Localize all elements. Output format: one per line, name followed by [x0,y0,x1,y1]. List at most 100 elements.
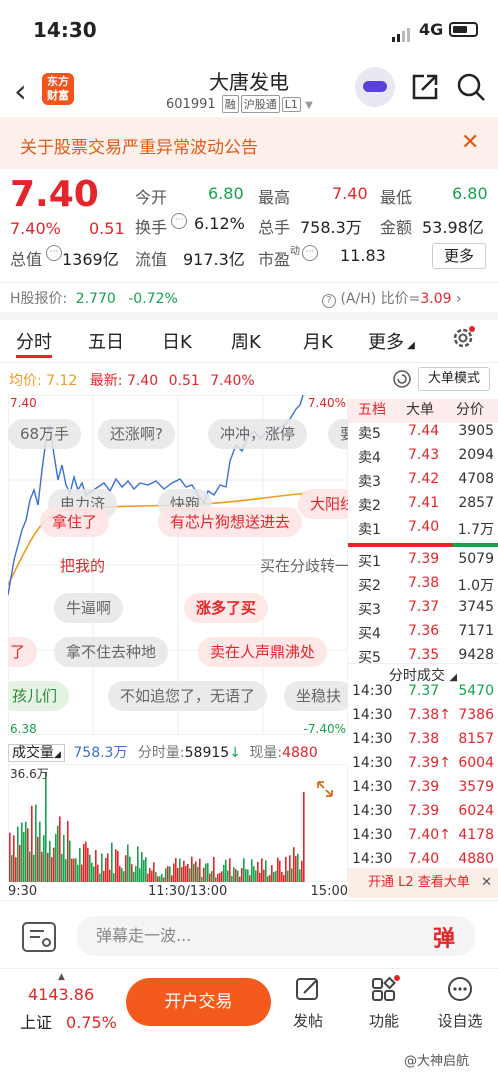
tab-5day[interactable]: 五日 [88,328,124,354]
danmaku-bubble[interactable]: 了 [8,637,38,667]
time-start: 9:30 [8,884,38,899]
trade-time: 14:30 [352,755,393,771]
trade-row: 14:30 7.38↑ 7386 [348,707,498,731]
tick-volume-label: 分时量: [137,745,185,761]
trade-volume: 6004 [458,755,494,771]
h-share-label: H股报价: [10,291,68,307]
book-tab-price-dist[interactable]: 分价 [456,399,484,419]
nav-functions[interactable]: 功能 [354,1010,414,1031]
share-icon[interactable] [410,72,440,102]
nav-settings-watchlist[interactable]: 设自选 [430,1010,490,1031]
volume-bar [235,869,237,882]
info-icon[interactable]: ··· [302,245,318,261]
nav-post[interactable]: 发帖 [278,1010,338,1031]
refresh-icon[interactable] [392,369,412,389]
question-icon[interactable]: ? [322,294,336,308]
trade-time: 14:30 [352,779,393,795]
tab-weekly-k[interactable]: 周K [231,328,261,354]
trade-volume: 3579 [458,779,494,795]
book-row: 买1 7.39 5079 [348,551,498,575]
turnover-label: 换手 [135,218,168,237]
tab-more[interactable]: 更多 ◢ [368,328,415,354]
book-tab-level5[interactable]: 五档 [358,399,386,419]
tab-monthly-k[interactable]: 月K [303,328,333,354]
more-button[interactable]: 更多 [432,243,486,269]
expand-icon[interactable] [314,778,336,800]
tab-daily-k[interactable]: 日K [162,328,192,354]
functions-icon[interactable] [370,975,400,1003]
danmaku-bubble[interactable]: 还涨啊? [98,419,175,449]
book-row: 买4 7.36 7171 [348,623,498,647]
dropdown-icon: ◢ [449,672,458,683]
volume-bar [189,868,191,882]
danmaku-bubble[interactable]: 涨多了买 [184,593,269,623]
danmaku-bubble[interactable]: 买在分歧转一 [248,551,348,581]
latest-chg: 0.51 [168,373,200,389]
book-level: 卖4 [358,450,381,466]
danmaku-bubble[interactable]: 孩儿们 [8,681,70,711]
float-label: 流值 [135,250,168,269]
volume-bar [109,869,111,882]
trade-row: 14:30 7.39↑ 6004 [348,755,498,779]
danmaku-input[interactable]: 弹幕走一波... [76,916,476,956]
high-label: 最高 [258,188,291,207]
ah-ratio[interactable]: ? (A/H) 比价=3.09 › [322,288,462,308]
danmaku-bubble[interactable]: 冲冲，涨停 [208,419,308,449]
info-icon[interactable]: ··· [171,213,187,229]
notice-text[interactable]: 关于股票交易严重异常波动公告 [20,133,258,158]
volume-bar [299,869,301,882]
book-tab-bigorder[interactable]: 大单 [406,399,434,419]
danmaku-bubble[interactable]: 拿不住去种地 [54,637,169,667]
volume-bar [287,870,289,882]
index-value[interactable]: 4143.86 [28,985,94,1004]
volume-chart[interactable]: 36.6万 [8,764,348,882]
danmaku-bubble[interactable]: 不如追您了，无语了 [108,681,268,711]
ai-assistant-icon[interactable] [355,67,395,107]
danmaku-settings-icon[interactable] [22,922,56,952]
settings-icon[interactable] [451,326,475,350]
close-icon[interactable]: ✕ [481,868,492,898]
danmaku-bubble[interactable]: 有芯片狗想送进去 [158,507,303,537]
danmaku-bubble[interactable]: 拿住了 [40,507,110,537]
dropdown-icon[interactable]: ▼ [305,100,313,111]
danmaku-bubble[interactable]: 坐稳扶 [284,681,348,711]
danmaku-toggle-button[interactable]: 弹 [433,921,465,952]
danmaku-bubble[interactable]: 要 [328,419,348,449]
book-price: 7.35 [408,647,440,663]
danmaku-bubble[interactable]: 牛逼啊 [54,593,124,623]
volume-bar [43,835,45,882]
book-level: 买2 [358,578,381,594]
info-icon[interactable]: ··· [46,245,62,261]
post-icon[interactable] [294,975,322,1003]
index-line[interactable]: 上证 0.75% [20,1009,117,1033]
volume-bar [229,858,231,882]
danmaku-bubble[interactable]: 大阳线 [298,489,348,519]
volume-bar [269,875,271,882]
volume-header: 成交量◢ 758.3万 分时量:58915↓ 现量:4880 [8,742,318,762]
tick-volume: 58915 [184,745,230,761]
volume-bar [303,792,305,882]
trade-price: 7.40 [408,851,440,867]
l2-upgrade-bar[interactable]: 开通 L2 查看大单 ✕ [348,868,498,898]
volume-bar [37,836,39,882]
divider [0,900,498,901]
volume-bar [75,858,77,882]
tag-margin: 融 [221,95,239,113]
volume-bar [301,860,303,882]
close-icon[interactable]: ✕ [461,130,479,155]
big-order-mode-button[interactable]: 大单模式 [418,367,490,391]
danmaku-bubble[interactable]: 68万手 [8,419,82,449]
volume-dropdown[interactable]: 成交量◢ [8,744,65,762]
more-dots-icon[interactable] [446,975,474,1003]
search-icon[interactable] [456,72,486,102]
volume-bar [259,872,261,882]
current-price: 7.40 [10,174,99,215]
h-share-quote[interactable]: H股报价: 2.770 -0.72% [10,288,178,308]
book-level: 买3 [358,602,381,618]
volume-bar [261,858,263,882]
volume-bar [173,863,175,882]
danmaku-bubble[interactable]: 卖在人声鼎沸处 [198,637,328,667]
tab-intraday[interactable]: 分时 [16,328,52,354]
open-account-trade-button[interactable]: 开户交易 [126,978,271,1026]
danmaku-bubble[interactable]: 把我的 [48,551,117,581]
